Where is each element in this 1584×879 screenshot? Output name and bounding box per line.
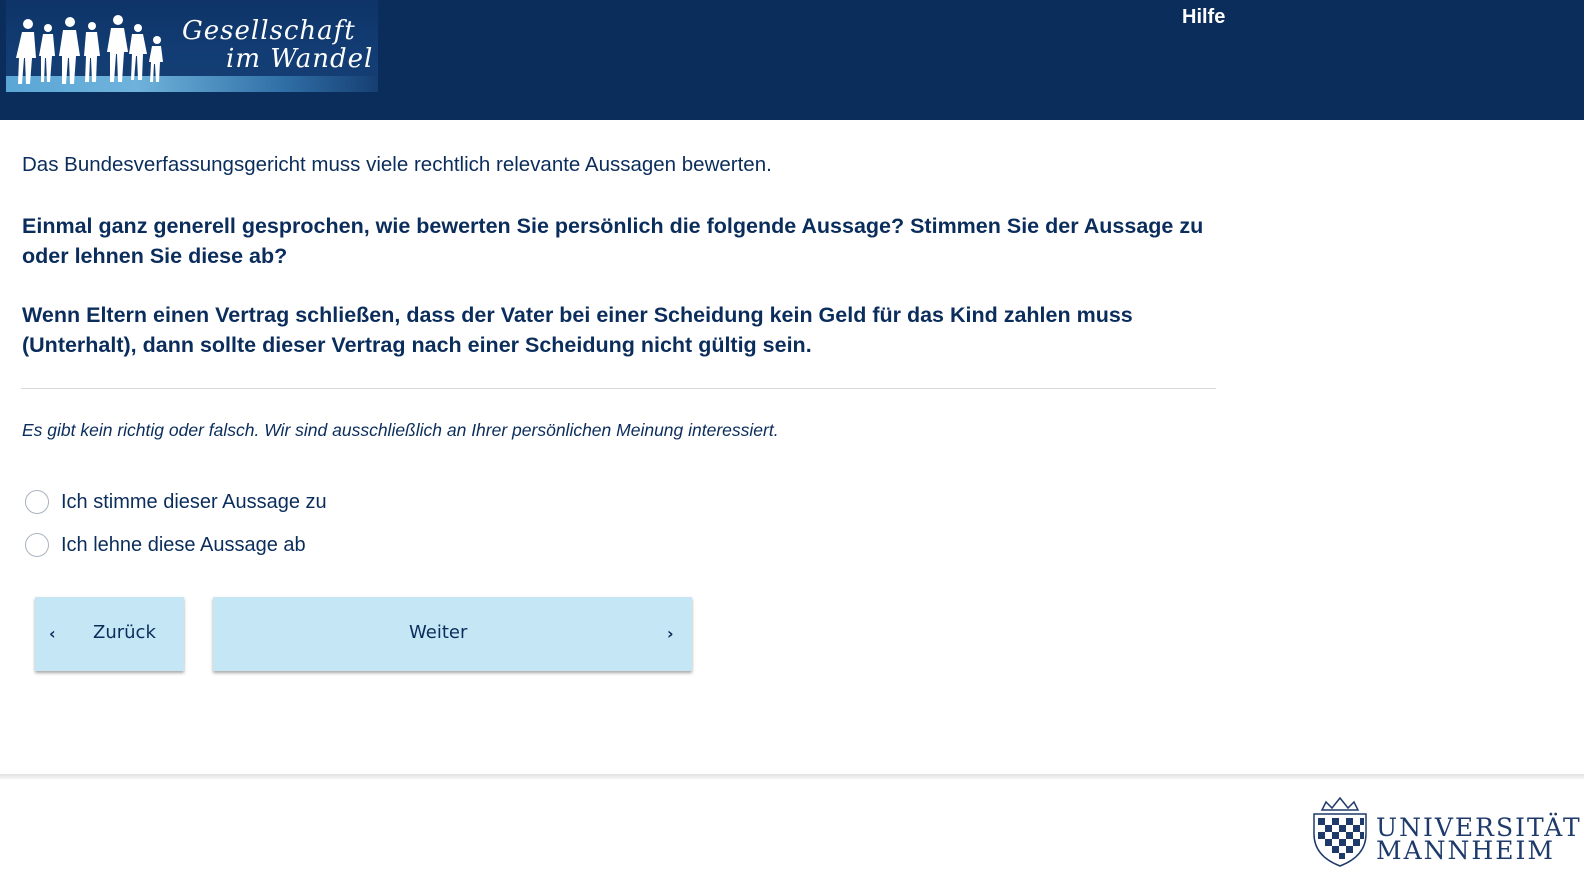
gesellschaft-im-wandel-logo: Gesellschaft im Wandel [6,0,378,98]
logo-title-line1: Gesellschaft [182,16,356,46]
radio-agree[interactable] [25,490,49,514]
question-statement: Wenn Eltern einen Vertrag schließen, das… [22,303,1133,357]
divider [21,388,1216,389]
option-disagree[interactable]: Ich lehne diese Aussage ab [25,533,306,557]
radio-disagree[interactable] [25,533,49,557]
chevron-right-icon: › [667,624,674,643]
next-button[interactable]: Weiter › [213,597,692,671]
university-name-line2: MANNHEIM [1376,836,1555,865]
option-disagree-label[interactable]: Ich lehne diese Aussage ab [61,534,306,557]
back-button-label: Zurück [93,622,156,643]
back-button[interactable]: ‹ Zurück [35,597,184,671]
header-bar: Gesellschaft im Wandel Hilfe [0,0,1584,120]
universitaet-mannheim-logo: UNIVERSITÄT MANNHEIM [1308,796,1580,870]
help-link[interactable]: Hilfe [1182,6,1225,29]
footer-divider [0,774,1584,779]
answer-note: Es gibt kein richtig oder falsch. Wir si… [22,420,779,440]
next-button-label: Weiter [409,622,468,643]
option-agree-label[interactable]: Ich stimme dieser Aussage zu [61,491,327,514]
university-crest-icon [1313,796,1367,867]
logo-title-line2: im Wandel [226,44,374,74]
question-intro: Das Bundesverfassungsgericht muss viele … [22,153,772,176]
option-agree[interactable]: Ich stimme dieser Aussage zu [25,490,327,514]
question-prompt: Einmal ganz generell gesprochen, wie bew… [22,214,1204,268]
people-silhouettes-icon [16,15,163,84]
chevron-left-icon: ‹ [49,624,56,643]
